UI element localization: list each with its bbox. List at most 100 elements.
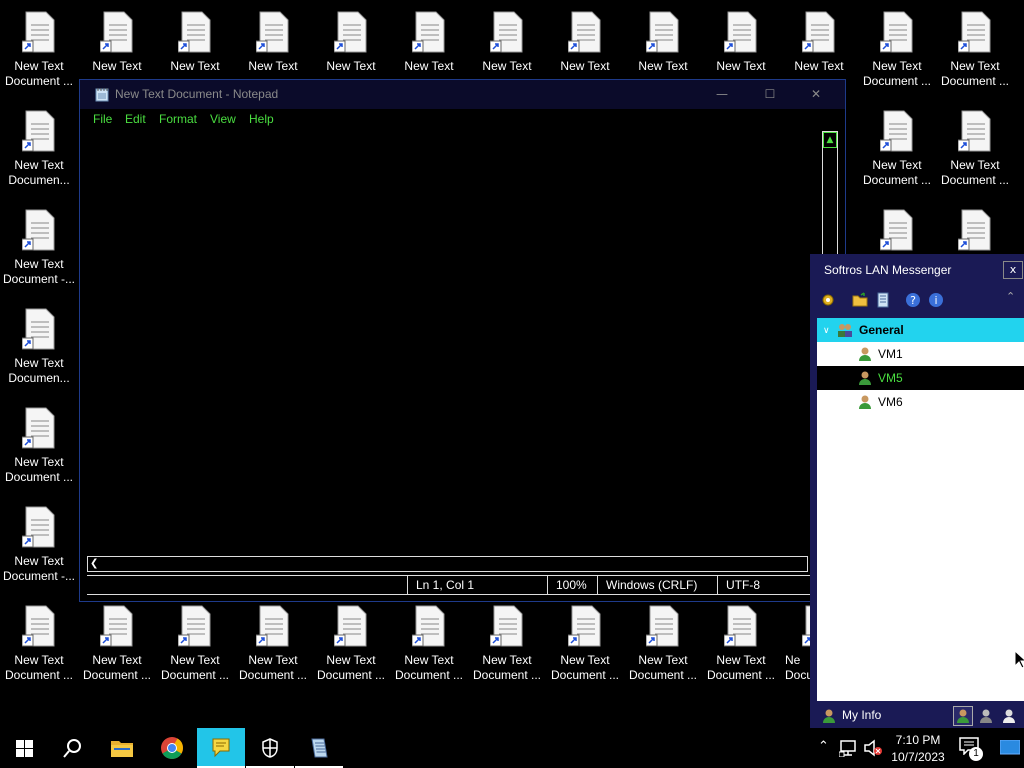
chevron-down-icon[interactable]: ∨ (823, 318, 830, 342)
close-button[interactable]: ✕ (801, 84, 831, 104)
menu-bar: File Edit Format View Help (80, 109, 845, 131)
desktop-icon-label: New Text Document -... (2, 554, 76, 583)
desktop-icon[interactable]: New Text Document -... (0, 205, 78, 295)
scroll-up-icon[interactable]: ▲ (823, 132, 837, 148)
desktop-icon[interactable]: New Text Document ... (546, 601, 624, 691)
desktop-icon-label: New Text Documen... (8, 356, 70, 385)
desktop-icon[interactable]: New Text Document ... (78, 601, 156, 691)
chrome-icon (161, 737, 183, 759)
messenger-taskbar-button[interactable] (197, 728, 245, 768)
desktop-icon[interactable]: New Text Document ... (390, 601, 468, 691)
messenger-window[interactable]: Softros LAN Messenger x ? i ⌃ ∨ General … (810, 254, 1024, 728)
notepad-icon (95, 88, 109, 102)
horizontal-scrollbar[interactable]: ❮ (87, 556, 808, 572)
info-icon[interactable]: i (928, 292, 944, 308)
desktop-icon-label: New Text Document ... (472, 653, 542, 682)
menu-view[interactable]: View (210, 112, 236, 126)
desktop-icon-label: New Text Document ... (4, 59, 74, 88)
desktop-icon[interactable]: New Text Document ... (858, 106, 936, 196)
network-icon[interactable] (839, 739, 859, 757)
desktop-icon-label: New Text (716, 59, 766, 73)
desktop-icon[interactable]: New Text Document ... (468, 601, 546, 691)
notepad-taskbar-button[interactable] (295, 728, 343, 768)
desktop-icon-label: New Text Document ... (238, 653, 308, 682)
desktop-icon[interactable]: New Text Document ... (858, 7, 936, 97)
minimize-button[interactable]: — (707, 84, 737, 104)
clock[interactable]: 7:10 PM 10/7/2023 (888, 730, 948, 766)
text-document-icon (568, 605, 601, 647)
desktop-icon-label: New Text Documen... (8, 158, 70, 187)
history-icon[interactable] (875, 292, 891, 308)
messenger-close-button[interactable]: x (1003, 261, 1023, 279)
maximize-button[interactable]: ☐ (755, 84, 785, 104)
offline-user-icon[interactable] (1001, 708, 1017, 724)
file-explorer-button[interactable] (98, 728, 146, 768)
status-online-button[interactable] (953, 706, 973, 726)
contact-row[interactable]: VM6 (817, 390, 1024, 414)
show-hidden-icons-button[interactable]: ⌃ (815, 738, 835, 758)
desktop-icon[interactable]: New Text Document ... (936, 7, 1014, 97)
chrome-button[interactable] (148, 728, 196, 768)
folder-icon[interactable] (852, 292, 868, 308)
desktop-icon-label: New Text (482, 59, 532, 73)
menu-file[interactable]: File (93, 112, 112, 126)
desktop-icon[interactable]: New Text Document ... (156, 601, 234, 691)
show-desktop-button[interactable] (998, 736, 1022, 760)
desktop-icon[interactable]: New Text Document ... (936, 106, 1014, 196)
contact-name: VM5 (878, 371, 903, 385)
desktop-icon[interactable]: New Text Documen... (0, 106, 78, 196)
desktop-icon[interactable]: New Text Document ... (312, 601, 390, 691)
menu-edit[interactable]: Edit (125, 112, 146, 126)
text-document-icon (22, 605, 55, 647)
desktop-icon-label: New Text (404, 59, 454, 73)
text-document-icon (412, 605, 445, 647)
menu-help[interactable]: Help (249, 112, 274, 126)
away-user-icon[interactable] (978, 708, 994, 724)
text-document-icon (100, 11, 133, 53)
desktop-icon[interactable]: New Text Documen... (0, 304, 78, 394)
desktop-icon[interactable]: New Text Document ... (0, 7, 78, 97)
desktop-icon-label: New Text Document ... (940, 59, 1010, 88)
desktop-icon[interactable]: New Text Document ... (624, 601, 702, 691)
collapse-icon[interactable]: ⌃ (1006, 290, 1015, 303)
notepad-title-bar[interactable]: New Text Document - Notepad — ☐ ✕ (80, 80, 845, 109)
desktop-icon[interactable]: New Text Document -... (0, 502, 78, 592)
action-center-button[interactable]: 1 (955, 734, 985, 764)
desktop-icon[interactable]: New Text Document ... (0, 601, 78, 691)
taskbar: ⌃ 7:10 PM 10/7/2023 1 (0, 728, 1024, 768)
desktop-icon-label: New Text Document ... (862, 59, 932, 88)
text-document-icon (100, 605, 133, 647)
desktop-icon[interactable]: Ne Docu (780, 601, 810, 691)
messenger-title-bar[interactable]: Softros LAN Messenger x (810, 254, 1024, 284)
text-editor-area[interactable] (87, 131, 822, 556)
menu-format[interactable]: Format (159, 112, 197, 126)
user-icon (859, 347, 871, 361)
desktop-icon[interactable]: New Text Document ... (702, 601, 780, 691)
settings-icon[interactable] (820, 292, 836, 308)
status-zoom: 100% (547, 576, 597, 594)
desktop-icon-label: New Text (326, 59, 376, 73)
volume-muted-icon[interactable] (863, 739, 883, 757)
desktop-icon-label: New Text Document ... (628, 653, 698, 682)
help-icon[interactable]: ? (905, 292, 921, 308)
contact-row[interactable]: VM5 (817, 366, 1024, 390)
security-taskbar-button[interactable] (246, 728, 294, 768)
contact-list[interactable]: ∨ General VM1 VM5 VM6 (817, 318, 1024, 701)
my-info-button[interactable]: My Info (842, 708, 881, 722)
desktop-icon[interactable]: New Text Document ... (234, 601, 312, 691)
scroll-left-icon[interactable]: ❮ (90, 557, 98, 571)
text-document-icon (880, 209, 913, 251)
search-icon (63, 739, 81, 758)
text-document-icon (958, 11, 991, 53)
contact-row[interactable]: VM1 (817, 342, 1024, 366)
notepad-window[interactable]: New Text Document - Notepad — ☐ ✕ File E… (79, 79, 846, 602)
search-button[interactable] (48, 728, 96, 768)
start-button[interactable] (0, 728, 48, 768)
desktop-icon-label: New Text Document ... (940, 158, 1010, 187)
desktop-icon[interactable]: New Text Document ... (0, 403, 78, 493)
group-row[interactable]: ∨ General (817, 318, 1024, 342)
status-bar: Ln 1, Col 1 100% Windows (CRLF) UTF-8 (87, 575, 822, 595)
text-document-icon (22, 407, 55, 449)
text-document-icon (178, 605, 211, 647)
desktop-icon-label: New Text (560, 59, 610, 73)
